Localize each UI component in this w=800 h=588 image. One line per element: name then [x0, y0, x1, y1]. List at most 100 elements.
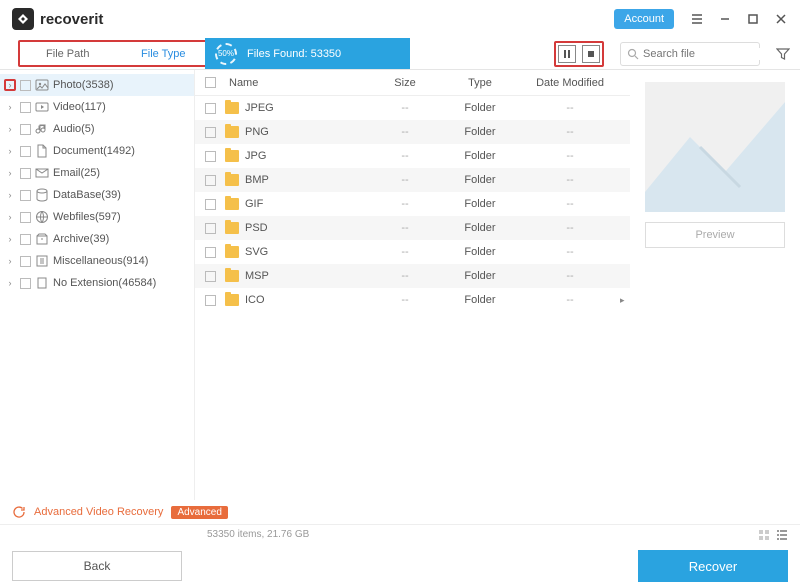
expand-icon[interactable]: › — [4, 233, 16, 245]
logo-icon — [12, 8, 34, 30]
tree-checkbox[interactable] — [20, 146, 31, 157]
row-name: PNG — [245, 126, 269, 138]
tree-checkbox[interactable] — [20, 124, 31, 135]
sidebar-item-document[interactable]: › Document(1492) — [0, 140, 194, 162]
row-checkbox[interactable] — [205, 199, 216, 210]
col-size[interactable]: Size — [370, 77, 440, 89]
expand-icon[interactable]: › — [4, 79, 16, 91]
row-checkbox[interactable] — [205, 175, 216, 186]
row-expand-icon[interactable]: ▸ — [620, 295, 630, 306]
row-date: -- — [520, 246, 620, 258]
recover-button[interactable]: Recover — [638, 550, 788, 582]
stop-button[interactable] — [582, 45, 600, 63]
table-row[interactable]: BMP--Folder-- — [195, 168, 630, 192]
table-row[interactable]: PNG--Folder-- — [195, 120, 630, 144]
tab-file-type[interactable]: File Type — [116, 42, 212, 65]
close-icon[interactable] — [774, 12, 788, 26]
audio-icon — [35, 122, 49, 136]
tree-checkbox[interactable] — [20, 212, 31, 223]
app-name: recoverit — [40, 11, 103, 28]
row-type: Folder — [440, 174, 520, 186]
filter-icon[interactable] — [776, 47, 790, 61]
tree-checkbox[interactable] — [20, 102, 31, 113]
row-size: -- — [370, 198, 440, 210]
tree-label: Audio(5) — [53, 123, 188, 135]
folder-icon — [225, 222, 239, 234]
tree-checkbox[interactable] — [20, 168, 31, 179]
sidebar-item-database[interactable]: ›DataBase(39) — [0, 184, 194, 206]
advanced-video-recovery[interactable]: Advanced Video Recovery Advanced — [0, 500, 800, 524]
tree-checkbox[interactable] — [20, 80, 31, 91]
row-type: Folder — [440, 126, 520, 138]
folder-icon — [225, 126, 239, 138]
status-bar: 53350 items, 21.76 GB — [0, 524, 800, 544]
row-checkbox[interactable] — [205, 223, 216, 234]
folder-icon — [225, 246, 239, 258]
expand-icon[interactable]: › — [4, 277, 16, 289]
row-date: -- — [520, 198, 620, 210]
expand-icon[interactable]: › — [4, 189, 16, 201]
table-row[interactable]: GIF--Folder-- — [195, 192, 630, 216]
col-date[interactable]: Date Modified — [520, 77, 620, 89]
sidebar-item-audio[interactable]: › Audio(5) — [0, 118, 194, 140]
row-size: -- — [370, 294, 440, 306]
sidebar-item-photo[interactable]: › Photo(3538) — [0, 74, 194, 96]
tab-file-path[interactable]: File Path — [20, 42, 116, 65]
tree-checkbox[interactable] — [20, 234, 31, 245]
tree-checkbox[interactable] — [20, 256, 31, 267]
row-type: Folder — [440, 222, 520, 234]
refresh-icon — [12, 505, 26, 519]
sidebar-item-noext[interactable]: ›No Extension(46584) — [0, 272, 194, 294]
expand-icon[interactable]: › — [4, 123, 16, 135]
select-all-checkbox[interactable] — [205, 77, 216, 88]
table-row[interactable]: PSD--Folder-- — [195, 216, 630, 240]
titlebar: recoverit Account — [0, 0, 800, 38]
table-row[interactable]: JPEG--Folder-- — [195, 96, 630, 120]
minimize-icon[interactable] — [718, 12, 732, 26]
row-type: Folder — [440, 270, 520, 282]
back-button[interactable]: Back — [12, 551, 182, 581]
row-name: JPG — [245, 150, 266, 162]
row-size: -- — [370, 222, 440, 234]
tree-label: Photo(3538) — [53, 79, 188, 91]
expand-icon[interactable]: › — [4, 145, 16, 157]
preview-button[interactable]: Preview — [645, 222, 785, 248]
scan-controls — [554, 41, 604, 67]
sidebar-item-video[interactable]: ›Video(117) — [0, 96, 194, 118]
table-row[interactable]: ICO--Folder--▸ — [195, 288, 630, 312]
col-name[interactable]: Name — [225, 77, 370, 89]
row-checkbox[interactable] — [205, 151, 216, 162]
row-name: SVG — [245, 246, 268, 258]
search-input[interactable] — [643, 48, 785, 60]
row-checkbox[interactable] — [205, 295, 216, 306]
list-view-icon[interactable] — [776, 529, 788, 541]
expand-icon[interactable]: › — [4, 167, 16, 179]
search-box[interactable] — [620, 42, 760, 66]
col-type[interactable]: Type — [440, 77, 520, 89]
menu-icon[interactable] — [690, 12, 704, 26]
tree-checkbox[interactable] — [20, 278, 31, 289]
table-row[interactable]: SVG--Folder-- — [195, 240, 630, 264]
row-date: -- — [520, 222, 620, 234]
expand-icon[interactable]: › — [4, 211, 16, 223]
folder-icon — [225, 198, 239, 210]
table-row[interactable]: MSP--Folder-- — [195, 264, 630, 288]
sidebar-item-email[interactable]: ›Email(25) — [0, 162, 194, 184]
maximize-icon[interactable] — [746, 12, 760, 26]
expand-icon[interactable]: › — [4, 101, 16, 113]
advanced-badge: Advanced — [171, 506, 227, 519]
table-row[interactable]: JPG--Folder-- — [195, 144, 630, 168]
row-checkbox[interactable] — [205, 247, 216, 258]
tree-label: Document(1492) — [53, 145, 188, 157]
sidebar-item-webfiles[interactable]: ›Webfiles(597) — [0, 206, 194, 228]
pause-button[interactable] — [558, 45, 576, 63]
row-checkbox[interactable] — [205, 103, 216, 114]
grid-view-icon[interactable] — [758, 529, 770, 541]
sidebar-item-misc[interactable]: ›Miscellaneous(914) — [0, 250, 194, 272]
tree-checkbox[interactable] — [20, 190, 31, 201]
sidebar-item-archive[interactable]: ›Archive(39) — [0, 228, 194, 250]
row-checkbox[interactable] — [205, 271, 216, 282]
account-button[interactable]: Account — [614, 9, 674, 29]
expand-icon[interactable]: › — [4, 255, 16, 267]
row-checkbox[interactable] — [205, 127, 216, 138]
